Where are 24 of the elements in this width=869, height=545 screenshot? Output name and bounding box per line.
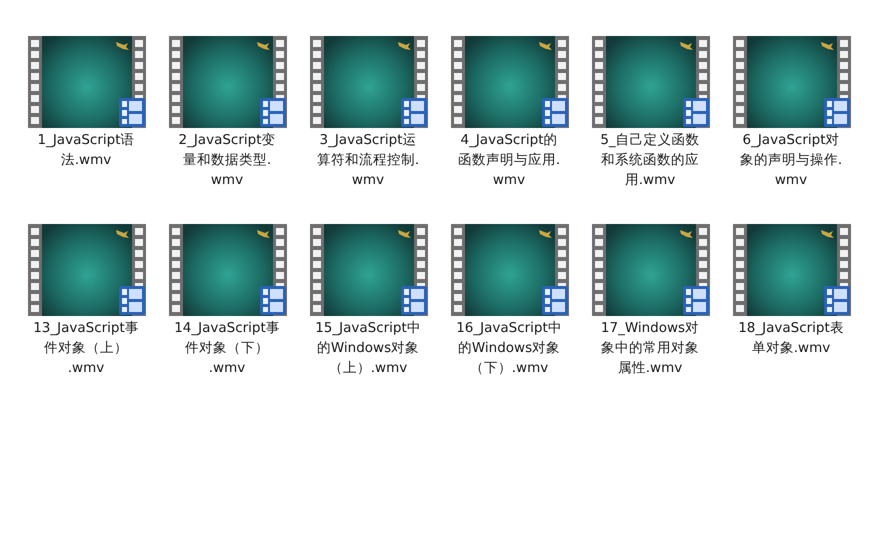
video-file-icon[interactable] [732, 224, 850, 316]
file-name[interactable]: 2_JavaScript变 量和数据类型. wmv [178, 130, 276, 190]
file-name[interactable]: 18_JavaScript表 单对象.wmv [738, 318, 844, 358]
file-name[interactable]: 13_JavaScript事 件对象（上） .wmv [33, 318, 139, 378]
video-file-icon[interactable] [450, 224, 568, 316]
video-file-icon[interactable] [592, 224, 710, 316]
file-name[interactable]: 14_JavaScript事 件对象（下） .wmv [174, 318, 280, 378]
file-name[interactable]: 5_自己定义函数 和系统函数的应 用.wmv [600, 130, 700, 190]
file-name[interactable]: 3_JavaScript运 算符和流程控制. wmv [316, 130, 420, 190]
file-name[interactable]: 17_Windows对 象中的常用对象 属性.wmv [600, 318, 700, 378]
video-file-icon[interactable] [28, 224, 146, 316]
video-file-icon[interactable] [168, 224, 286, 316]
file-name[interactable]: 4_JavaScript的 函数声明与应用. wmv [458, 130, 560, 190]
file-name[interactable]: 6_JavaScript对 象的声明与操作. wmv [740, 130, 842, 190]
video-file-icon[interactable] [310, 36, 428, 128]
video-file-icon[interactable] [450, 36, 568, 128]
video-file-icon[interactable] [732, 36, 850, 128]
video-file-icon[interactable] [592, 36, 710, 128]
file-name[interactable]: 1_JavaScript语 法.wmv [37, 130, 134, 170]
video-file-icon[interactable] [310, 224, 428, 316]
file-name[interactable]: 15_JavaScript中 的Windows对象 （上）.wmv [315, 318, 421, 378]
video-file-icon[interactable] [168, 36, 286, 128]
video-file-icon[interactable] [28, 36, 146, 128]
file-name[interactable]: 16_JavaScript中 的Windows对象 （下）.wmv [456, 318, 562, 378]
